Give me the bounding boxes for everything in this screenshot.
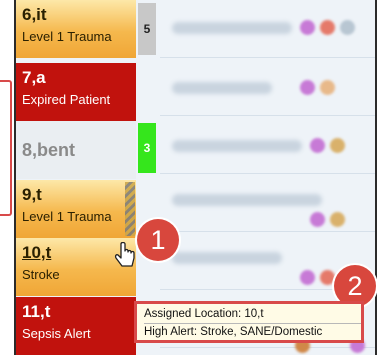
hand-pointer-icon (114, 242, 135, 267)
tooltip-high-alert: High Alert: Stroke, SANE/Domestic (144, 323, 361, 341)
tooltip-assigned-location: Assigned Location: 10,t (144, 308, 264, 320)
count-badge[interactable]: 5 (138, 3, 156, 55)
patient-row-11[interactable]: 11,t Sepsis Alert (16, 297, 136, 355)
callout-number-1: 1 (137, 219, 179, 261)
patient-tooltip: Assigned Location: 10,t High Alert: Stro… (134, 301, 364, 343)
group-bracket-annotation (0, 80, 12, 216)
status-label: Level 1 Trauma (22, 29, 112, 44)
patient-row-8[interactable]: 8,bent (16, 121, 136, 179)
detail-row (160, 58, 375, 116)
room-label: 7,a (22, 68, 46, 87)
detail-row (160, 0, 375, 58)
room-label: 9,t (22, 185, 42, 204)
striped-flag-icon (125, 182, 135, 236)
status-label: Level 1 Trauma (22, 209, 112, 224)
room-label: 8,bent (22, 140, 76, 160)
patient-name-column: 6,it Level 1 Trauma 5 7,a Expired Patien… (16, 0, 156, 355)
detail-row (160, 116, 375, 174)
count-badge-green[interactable]: 3 (138, 123, 156, 173)
patient-row-9[interactable]: 9,t Level 1 Trauma (16, 180, 136, 238)
patient-row-6[interactable]: 6,it Level 1 Trauma (16, 0, 136, 58)
room-label: 11,t (22, 302, 51, 321)
status-label: Expired Patient (22, 92, 111, 107)
room-label: 6,it (22, 5, 47, 24)
patient-row-7[interactable]: 7,a Expired Patient (16, 63, 136, 121)
detail-row (160, 174, 375, 232)
status-label: Sepsis Alert (22, 326, 91, 341)
